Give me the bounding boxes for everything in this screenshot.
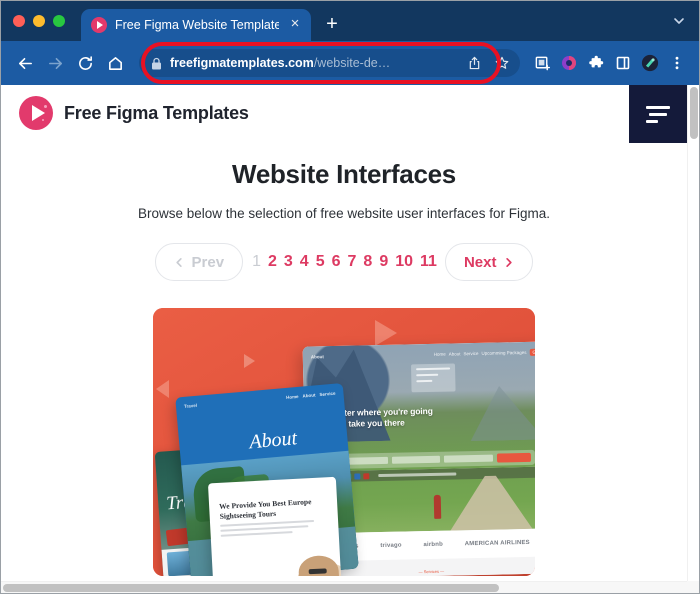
brand-logo: airbnb xyxy=(423,541,444,549)
mockup-nav-link: Home xyxy=(433,351,446,357)
pagination-next-button[interactable]: Next xyxy=(444,243,534,281)
pagination: Prev 1 2 3 4 5 6 7 8 9 10 11 Next xyxy=(1,243,687,281)
close-window-button[interactable] xyxy=(13,15,25,27)
play-circle-logo-icon[interactable] xyxy=(19,96,53,130)
mockup-nav-cta: Get xyxy=(529,348,535,356)
pagination-prev-button[interactable]: Prev xyxy=(154,243,244,281)
brand-logo: AMERICAN AIRLINES xyxy=(464,539,530,548)
mockup-nav-link: About xyxy=(448,351,461,357)
pagination-page-7[interactable]: 7 xyxy=(348,253,357,271)
tab-title: Free Figma Website Templates xyxy=(115,18,279,32)
browser-tab-active[interactable]: Free Figma Website Templates × xyxy=(81,9,311,41)
vertical-scrollbar-thumb[interactable] xyxy=(690,87,698,139)
pagination-prev-label: Prev xyxy=(191,253,225,271)
pagination-page-8[interactable]: 8 xyxy=(363,253,372,271)
mountain-shape xyxy=(469,382,535,442)
close-icon[interactable]: × xyxy=(287,16,303,33)
mockup-card-paragraph xyxy=(220,519,328,537)
star-icon[interactable] xyxy=(492,53,512,73)
pagination-page-9[interactable]: 9 xyxy=(379,253,388,271)
address-bar[interactable]: freefigmatemplates.com/website-de… xyxy=(139,49,520,77)
window-controls xyxy=(13,1,65,41)
color-circle-extension-icon[interactable] xyxy=(557,51,581,75)
browser-toolbar: freefigmatemplates.com/website-de… xyxy=(1,41,699,85)
chevron-right-icon xyxy=(506,257,513,267)
side-panel-icon[interactable] xyxy=(611,51,635,75)
page-viewport: Free Figma Templates Website Interfaces … xyxy=(1,85,699,593)
page-subtitle: Browse below the selection of free websi… xyxy=(138,206,550,221)
hamburger-menu-icon[interactable] xyxy=(629,85,687,143)
mockup-logo: Travel xyxy=(183,402,198,409)
tab-strip: Free Figma Website Templates × + xyxy=(1,1,699,41)
minimize-window-button[interactable] xyxy=(33,15,45,27)
mockup-about-word: About xyxy=(248,427,298,454)
mockup-search-bar xyxy=(334,449,535,469)
mockup-card-heading: We Provide You Best Europe Sightseeing T… xyxy=(218,497,312,521)
url-domain: freefigmatemplates.com xyxy=(170,56,314,70)
home-button[interactable] xyxy=(101,49,129,77)
back-button[interactable] xyxy=(11,49,39,77)
url-path: /website-de… xyxy=(313,56,391,70)
pagination-page-6[interactable]: 6 xyxy=(332,253,341,271)
decorative-triangle-icon xyxy=(375,320,397,346)
play-circle-icon xyxy=(91,17,107,33)
pagination-next-label: Next xyxy=(463,253,497,271)
chevron-left-icon xyxy=(175,257,182,267)
decorative-triangle-icon xyxy=(156,380,169,398)
pagination-page-10[interactable]: 10 xyxy=(395,253,413,271)
chevron-down-icon[interactable] xyxy=(669,11,689,31)
reload-button[interactable] xyxy=(71,49,99,77)
browser-window: Free Figma Website Templates × + freefig… xyxy=(0,0,700,594)
pagination-page-4[interactable]: 4 xyxy=(300,253,309,271)
mockup-logo: About xyxy=(310,354,324,360)
horizontal-scrollbar[interactable] xyxy=(1,581,687,593)
pagination-page-11[interactable]: 11 xyxy=(420,253,437,271)
path-shape xyxy=(445,475,535,534)
page-title: Website Interfaces xyxy=(232,159,456,189)
puzzle-extensions-icon[interactable] xyxy=(584,51,608,75)
brand-logo: trivago xyxy=(380,542,402,550)
pagination-page-5[interactable]: 5 xyxy=(316,253,325,271)
scrollbar-corner xyxy=(687,581,699,593)
new-tab-button[interactable]: + xyxy=(317,9,347,41)
sunglasses-shape xyxy=(308,568,327,575)
screenshot-capture-icon[interactable] xyxy=(530,51,554,75)
share-icon[interactable] xyxy=(464,53,484,73)
extension-icons xyxy=(530,51,689,75)
mockup-nav-link: Service xyxy=(319,390,336,398)
vertical-scrollbar[interactable] xyxy=(687,85,699,581)
lock-icon xyxy=(151,57,162,70)
template-preview-card[interactable]: About Home About Service Upcomming Packa… xyxy=(153,308,535,576)
mockup-nav: About Home About Service Upcomming Packa… xyxy=(303,348,535,360)
site-header: Free Figma Templates xyxy=(1,85,687,143)
mockup-dropdown xyxy=(410,363,456,393)
profile-avatar-icon[interactable] xyxy=(638,51,662,75)
pagination-page-1: 1 xyxy=(252,253,261,270)
person-shape xyxy=(433,494,442,519)
three-dot-menu-icon[interactable] xyxy=(665,51,689,75)
pagination-numbers: 1 2 3 4 5 6 7 8 9 10 11 xyxy=(252,253,437,271)
maximize-window-button[interactable] xyxy=(53,15,65,27)
pagination-page-3[interactable]: 3 xyxy=(284,253,293,271)
mockup-nav-link: Upcomming Packages xyxy=(481,349,527,356)
url-text: freefigmatemplates.com/website-de… xyxy=(170,56,456,70)
mockup-nav-link: About xyxy=(302,392,316,399)
page-content: Free Figma Templates Website Interfaces … xyxy=(1,85,687,581)
pagination-page-2[interactable]: 2 xyxy=(268,253,277,271)
decorative-star-icon xyxy=(244,354,255,368)
mockup-nav-link: Service xyxy=(463,350,479,357)
mockup-content-card: We Provide You Best Europe Sightseeing T… xyxy=(207,476,343,576)
forward-button[interactable] xyxy=(41,49,69,77)
site-brand-name[interactable]: Free Figma Templates xyxy=(64,103,249,124)
mockup-nav-link: Home xyxy=(285,393,299,401)
horizontal-scrollbar-thumb[interactable] xyxy=(3,584,499,592)
